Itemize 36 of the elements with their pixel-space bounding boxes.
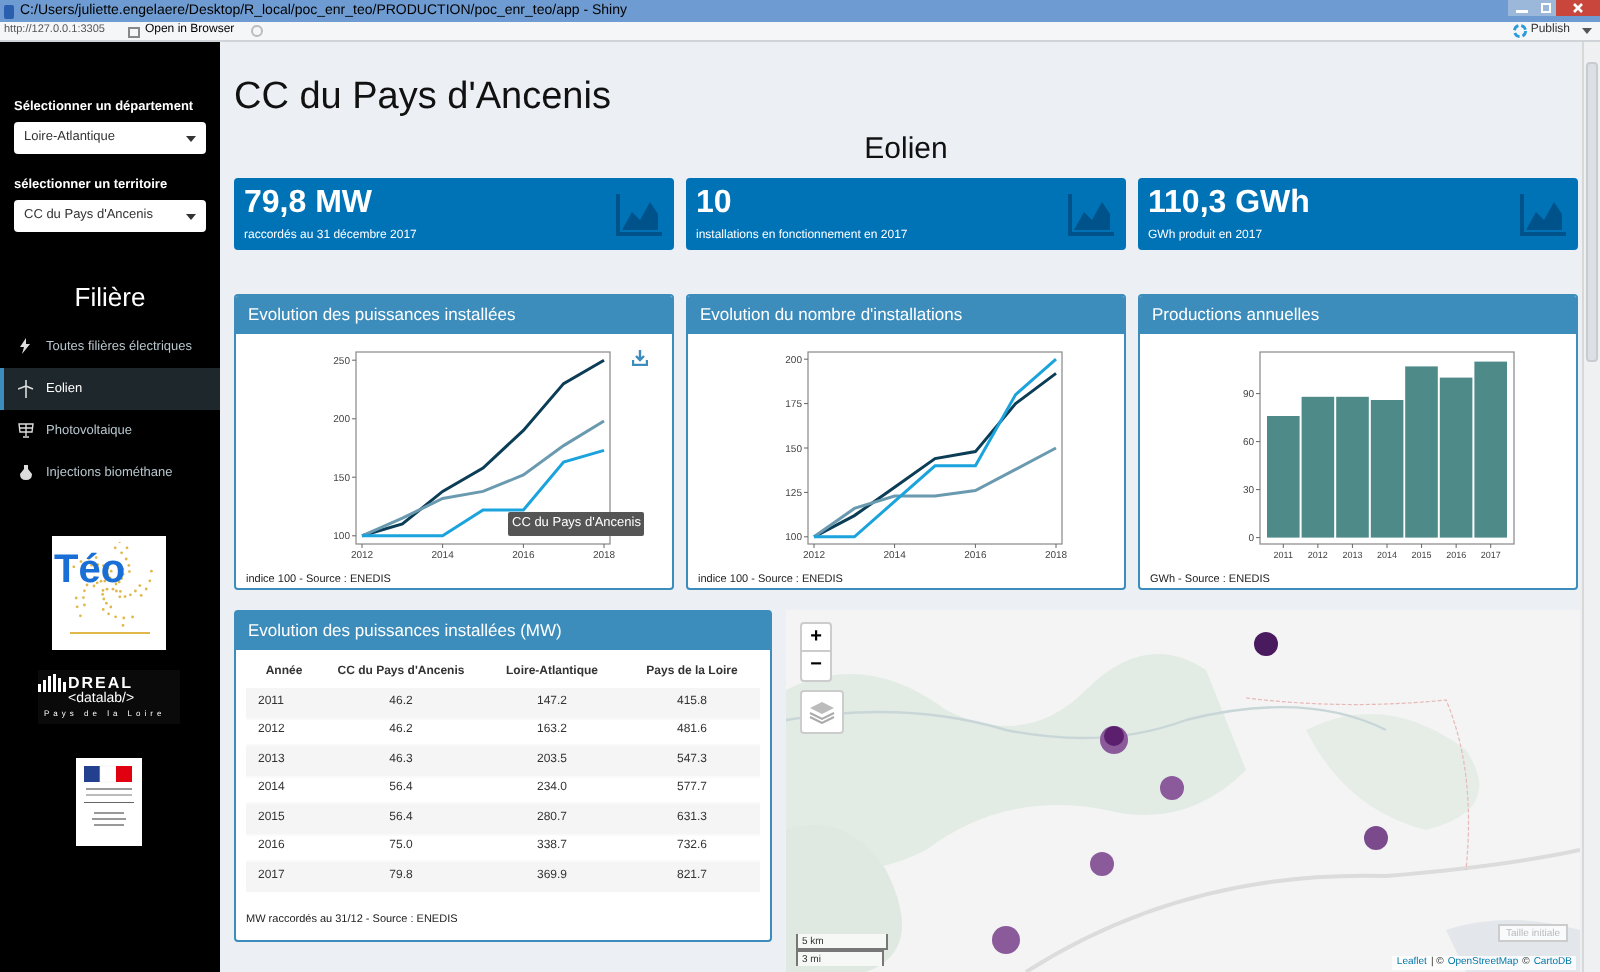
area-chart-icon — [1068, 192, 1116, 236]
caret-icon[interactable] — [1582, 28, 1592, 34]
zoom-out-button[interactable]: − — [802, 652, 830, 680]
solar-panel-icon — [18, 422, 34, 440]
layers-icon — [808, 700, 836, 724]
maximize-icon[interactable] — [1536, 0, 1556, 16]
area-chart-icon — [616, 192, 664, 236]
minimize-icon[interactable] — [1508, 0, 1536, 16]
prefecture-logo — [76, 758, 142, 846]
refresh-icon[interactable] — [250, 24, 265, 38]
zoom-in-button[interactable]: + — [802, 624, 830, 652]
area-chart-icon — [1520, 192, 1568, 236]
caret-icon — [186, 135, 196, 141]
page-title: CC du Pays d'Ancenis — [234, 74, 613, 122]
page-subtitle: Eolien — [862, 132, 950, 168]
card-title: Productions annuelles — [1140, 296, 1576, 334]
close-icon[interactable] — [1556, 0, 1600, 16]
caret-icon — [186, 213, 196, 219]
card-title: Evolution du nombre d'installations — [688, 296, 1124, 334]
bars-icon — [38, 674, 66, 692]
value-text: 79,8 MW — [244, 185, 373, 221]
logo-text: DREAL — [68, 674, 134, 692]
download-icon[interactable] — [632, 350, 648, 366]
logo-text: Téo — [54, 550, 126, 590]
wind-turbine-icon — [18, 380, 34, 398]
lightning-icon — [18, 338, 34, 356]
layers-button[interactable] — [800, 690, 844, 734]
browser-icon — [128, 25, 141, 37]
app-icon — [2, 3, 16, 19]
publish-icon — [1512, 24, 1529, 38]
card-title: Evolution des puissances installées — [236, 296, 672, 334]
card-title: Evolution des puissances installées (MW) — [236, 612, 770, 650]
value-text: 110,3 GWh — [1148, 185, 1310, 221]
section-title: Filière — [72, 282, 148, 314]
flask-icon — [18, 464, 34, 482]
value-text: 10 — [696, 185, 732, 221]
